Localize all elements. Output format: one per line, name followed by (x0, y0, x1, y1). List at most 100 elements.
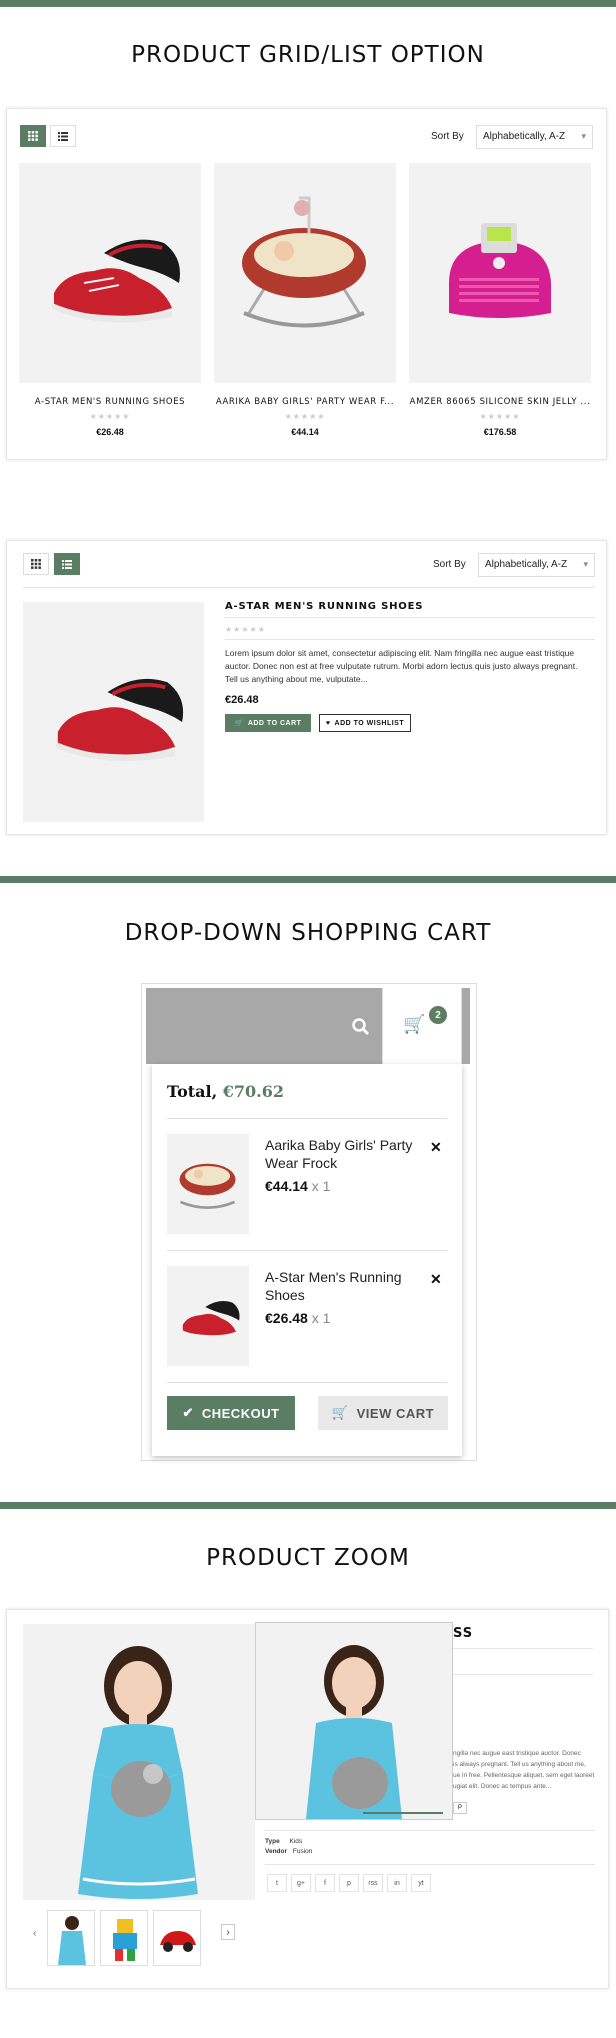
remove-item-close-icon[interactable]: ✕ (430, 1271, 442, 1288)
grid-view-panel: Sort By Alphabetically, A-Z ▾ A-STAR MEN… (6, 108, 607, 460)
running-shoes-image (52, 239, 180, 323)
product-rating: ★★★★★ (479, 412, 521, 421)
product-name[interactable]: AARIKA BABY GIRLS' PARTY WEAR F... (214, 397, 396, 407)
list-view-button[interactable] (54, 553, 80, 575)
rss-icon[interactable]: rss (363, 1874, 383, 1892)
sort-value: Alphabetically, A-Z (483, 131, 566, 142)
cart-section-title: DROP-DOWN SHOPPING CART (124, 920, 492, 946)
twitter-icon[interactable]: t (267, 1874, 287, 1892)
type-label: Type (265, 1838, 280, 1845)
toy-robot-thumbnail-image (113, 1919, 137, 1961)
list-product-name[interactable]: A-STAR MEN'S RUNNING SHOES (225, 601, 423, 612)
list-view-button[interactable] (50, 125, 76, 147)
zoom-lens-window (255, 1622, 453, 1820)
google-plus-icon[interactable]: g+ (291, 1874, 311, 1892)
view-cart-label: VIEW CART (356, 1405, 435, 1421)
product-price: €44.14 (291, 427, 319, 437)
checkmark-icon: ✔ (182, 1405, 194, 1420)
cart-icon: 🛒 (331, 1405, 349, 1420)
header-edge (462, 988, 470, 1064)
cart-total-label: Total, (167, 1082, 218, 1101)
divider (265, 1830, 595, 1831)
product-price: €176.58 (483, 427, 517, 437)
divider (167, 1118, 447, 1119)
type-value: Kids (289, 1838, 303, 1845)
girl-thumbnail-image (58, 1916, 86, 1965)
cart-item-name[interactable]: Aarika Baby Girls' Party Wear Frock (265, 1136, 415, 1172)
product-image-bouncer[interactable] (214, 163, 396, 383)
description-line: ngilla nec augue east tristique auctor. … (453, 1750, 581, 1757)
grid-icon (28, 131, 38, 141)
description-line: ue in free. Pellentesque aliquet, sem eg… (453, 1772, 595, 1779)
list-icon (62, 559, 72, 569)
cart-item-name[interactable]: A-Star Men's Running Shoes (265, 1268, 415, 1304)
thumb-next-chevron-icon[interactable]: › (221, 1924, 235, 1940)
divider (167, 1250, 447, 1251)
divider (265, 1864, 595, 1865)
linkedin-icon[interactable]: in (387, 1874, 407, 1892)
facebook-icon[interactable]: f (315, 1874, 335, 1892)
cart-item-image[interactable] (167, 1134, 249, 1234)
toy-car-thumbnail-image (160, 1931, 196, 1952)
product-zoom-panel: SS ngilla nec augue east tristique aucto… (6, 1609, 609, 1989)
thumb-prev-chevron-icon[interactable]: ‹ (33, 1928, 36, 1939)
heart-icon[interactable]: P (453, 1802, 467, 1814)
running-shoes-image (55, 678, 184, 762)
product-description: ngilla nec augue east tristique auctor. … (453, 1748, 598, 1792)
add-to-cart-button[interactable]: 🛒 ADD TO CART (225, 714, 311, 732)
grid-section-title: PRODUCT GRID/LIST OPTION (131, 42, 485, 68)
sort-select[interactable]: Alphabetically, A-Z ▾ (476, 125, 593, 149)
cart-item-price-value: €44.14 (265, 1178, 308, 1194)
sort-select[interactable]: Alphabetically, A-Z ▾ (478, 553, 595, 577)
main-product-image[interactable] (23, 1624, 255, 1900)
thumbnail-toy-car[interactable] (153, 1910, 201, 1966)
cart-item-image[interactable] (167, 1266, 249, 1366)
cart-count-badge: 2 (429, 1006, 447, 1024)
add-to-wishlist-label: ADD TO WISHLIST (334, 719, 405, 727)
description-line: is always pregnant. Tell us anything abo… (453, 1761, 586, 1768)
chevron-down-icon: ▾ (581, 131, 586, 141)
product-name[interactable]: AMZER 86065 SILICONE SKIN JELLY ... (409, 397, 591, 407)
product-rating: ★★★★★ (284, 412, 326, 421)
section-divider-bar (0, 1502, 616, 1509)
list-product-description: Lorem ipsum dolor sit amet, consectetur … (225, 648, 578, 684)
product-image-shoes[interactable] (23, 602, 204, 822)
product-name[interactable]: A-STAR MEN'S RUNNING SHOES (19, 397, 201, 407)
vendor-value: Fusion (292, 1848, 313, 1855)
checkout-label: CHECKOUT (201, 1405, 280, 1421)
divider (453, 1648, 593, 1649)
product-rating: ★★★★★ (225, 625, 266, 634)
cart-icon: 🛒 (403, 1014, 426, 1034)
grid-view-button[interactable] (23, 553, 49, 575)
add-to-cart-button-edge[interactable] (363, 1812, 443, 1814)
cart-icon: 🛒 (234, 720, 244, 727)
add-to-cart-label: ADD TO CART (247, 719, 302, 727)
girl-in-blue-dress-image (78, 1646, 198, 1899)
product-title: SS (453, 1626, 474, 1641)
thumbnail-girl[interactable] (47, 1910, 95, 1966)
sort-label: Sort By (433, 559, 466, 570)
baby-bouncer-image (179, 1163, 236, 1210)
product-image-shoes[interactable] (19, 163, 201, 383)
checkout-button[interactable]: ✔ CHECKOUT (167, 1396, 295, 1430)
grid-view-button[interactable] (20, 125, 46, 147)
cart-toggle-button[interactable]: 🛒 2 (382, 988, 462, 1064)
product-image-speaker[interactable] (409, 163, 591, 383)
thumbnail-toy-robot[interactable] (100, 1910, 148, 1966)
pinterest-icon[interactable]: p (339, 1874, 359, 1892)
youtube-icon[interactable]: yt (411, 1874, 431, 1892)
heart-icon: ♥ (325, 719, 331, 727)
cart-total: Total, €70.62 (167, 1082, 284, 1101)
search-icon[interactable] (352, 1018, 370, 1036)
running-shoes-image (182, 1300, 240, 1336)
header-search-area (146, 988, 382, 1064)
add-to-wishlist-button[interactable]: ♥ ADD TO WISHLIST (319, 714, 411, 732)
cart-dropdown: Total, €70.62 Aarika Baby Girls' Party W… (152, 1064, 462, 1456)
cart-total-value: €70.62 (222, 1082, 284, 1101)
remove-item-close-icon[interactable]: ✕ (430, 1139, 442, 1156)
product-rating: ★★★★★ (89, 412, 131, 421)
divider (225, 617, 595, 618)
view-cart-button[interactable]: 🛒 VIEW CART (318, 1396, 448, 1430)
cart-item-price-value: €26.48 (265, 1310, 308, 1326)
vendor-label: Vendor (265, 1848, 288, 1855)
